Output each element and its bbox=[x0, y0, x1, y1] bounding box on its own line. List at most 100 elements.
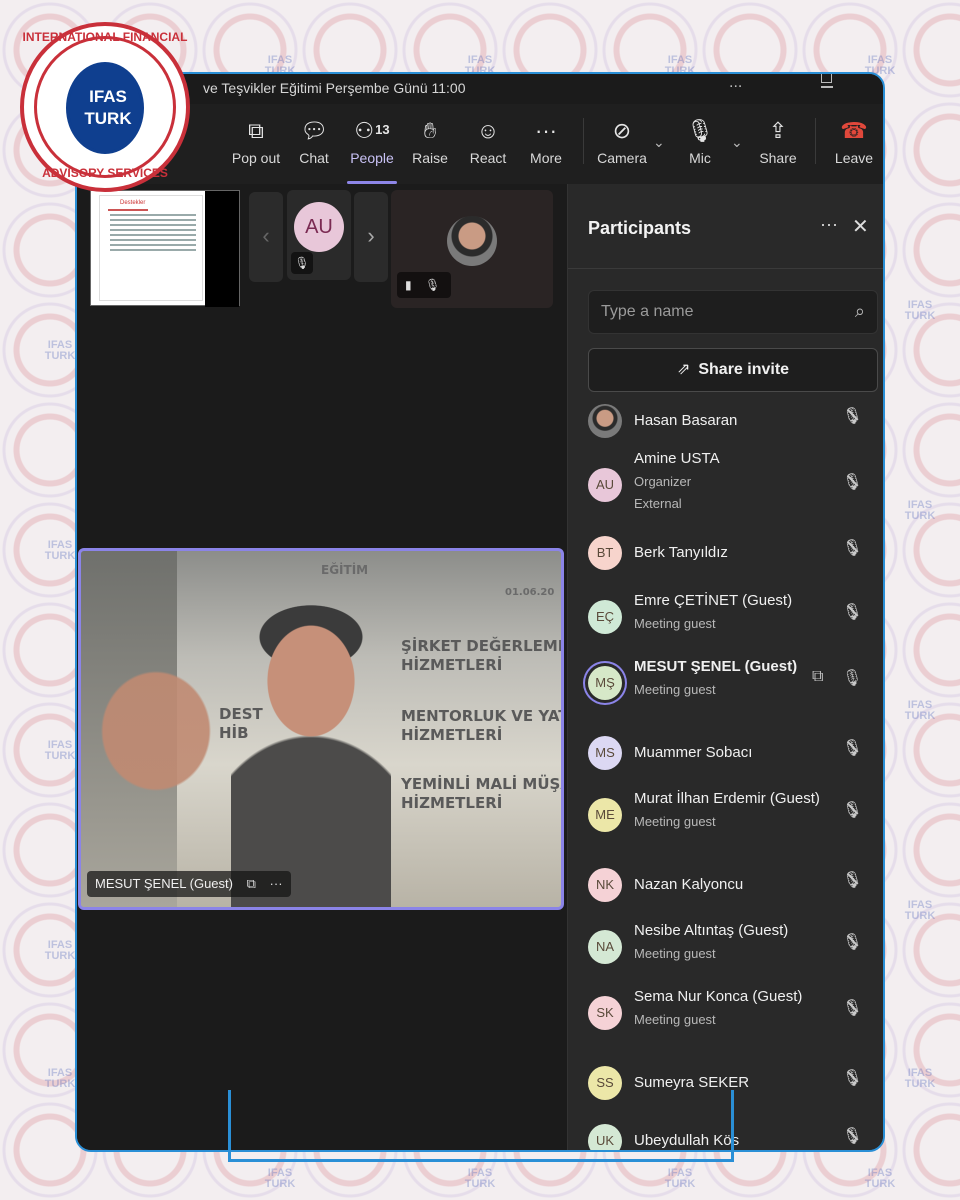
slide-text-line bbox=[110, 214, 196, 216]
more-icon[interactable]: ··· bbox=[270, 876, 283, 891]
mic-options-chevron-icon[interactable]: ⌄ bbox=[731, 134, 743, 151]
avatar: MŞ bbox=[588, 666, 622, 700]
participant-name: Sumeyra SEKER bbox=[634, 1074, 750, 1091]
mic-muted-icon: 🎙︎ bbox=[291, 252, 313, 274]
participant-role: Meeting guest bbox=[634, 814, 716, 829]
avatar: SK bbox=[588, 996, 622, 1030]
camera-options-chevron-icon[interactable]: ⌄ bbox=[653, 134, 665, 151]
watermark-line: TURK bbox=[904, 1078, 936, 1090]
participant-item[interactable]: MŞ MESUT ŞENEL (Guest) Meeting guest ⧉ 🎙︎ bbox=[568, 658, 883, 718]
participant-role: Meeting guest bbox=[634, 946, 716, 961]
react-button[interactable]: ☺ React bbox=[457, 116, 519, 166]
watermark-text: IFASTURK bbox=[40, 540, 80, 562]
raise-hand-button[interactable]: ✋︎ Raise bbox=[399, 116, 461, 166]
participant-item[interactable]: EÇ Emre ÇETİNET (Guest) Meeting guest 🎙︎ bbox=[568, 592, 883, 652]
slide-title: Destekler bbox=[120, 200, 146, 206]
watermark-line: TURK bbox=[264, 1178, 296, 1190]
mic-muted-icon: 🎙︎ bbox=[842, 1000, 863, 1017]
meeting-title: ve Teşvikler Eğitimi Perşembe Günü 11:00 bbox=[203, 80, 466, 96]
presenting-icon: ⧉ bbox=[812, 668, 824, 685]
next-participants-chevron-icon[interactable]: › bbox=[354, 192, 388, 282]
mic-off-icon: 🎙︎ bbox=[686, 118, 714, 143]
video-background-text: 01.06.20 bbox=[505, 587, 555, 598]
share-invite-label: Share invite bbox=[698, 361, 790, 378]
shared-slide-thumbnail[interactable]: Destekler bbox=[90, 190, 240, 307]
search-icon[interactable]: ⌕ bbox=[855, 301, 865, 322]
participant-item[interactable]: BT Berk Tanyıldız 🎙︎ bbox=[568, 536, 883, 596]
maximize-icon[interactable] bbox=[821, 74, 832, 83]
participant-name: Emre ÇETİNET (Guest) bbox=[634, 592, 793, 609]
people-button[interactable]: ⚇13 People bbox=[341, 116, 403, 184]
mic-muted-icon: 🎙︎ bbox=[842, 604, 863, 621]
participant-role: Meeting guest bbox=[634, 1012, 716, 1027]
participant-item[interactable]: AU Amine USTA Organizer External 🎙︎ bbox=[568, 450, 883, 511]
watermark-line: TURK bbox=[44, 550, 76, 562]
watermark-text: IFASTURK bbox=[900, 700, 940, 722]
participant-role: External bbox=[634, 496, 682, 511]
share-invite-button[interactable]: ⇗ Share invite bbox=[588, 348, 878, 392]
share-label: Share bbox=[759, 150, 797, 166]
share-button[interactable]: ⇪ Share bbox=[747, 116, 809, 166]
smiley-icon: ☺ bbox=[476, 118, 500, 143]
video-background-text: EĞİTİM bbox=[321, 563, 369, 577]
watermark-text: IFASTURK bbox=[900, 500, 940, 522]
watermark-line: TURK bbox=[44, 750, 76, 762]
ifas-turk-logo: INTERNATIONAL FINANCIAL ADVISORY SERVICE… bbox=[20, 22, 190, 192]
react-label: React bbox=[469, 150, 507, 166]
watermark-line: TURK bbox=[904, 910, 936, 922]
leave-button[interactable]: ☎ Leave bbox=[823, 116, 883, 166]
avatar bbox=[588, 404, 622, 438]
participant-item[interactable]: NK Nazan Kalyoncu 🎙︎ bbox=[568, 868, 883, 928]
mic-muted-icon: 🎙︎ bbox=[842, 802, 863, 819]
minimize-icon[interactable] bbox=[821, 86, 833, 88]
more-label: More bbox=[530, 150, 562, 166]
logo-line1: IFAS bbox=[89, 87, 127, 106]
panel-more-icon[interactable]: ··· bbox=[820, 214, 838, 235]
raise-label: Raise bbox=[412, 150, 448, 166]
people-icon: ⚇13 bbox=[354, 118, 390, 143]
watermark-line: TURK bbox=[904, 710, 936, 722]
avatar: BT bbox=[588, 536, 622, 570]
participant-name: Nesibe Altıntaş (Guest) bbox=[634, 922, 789, 939]
mic-muted-icon: 🎙︎ bbox=[842, 474, 863, 491]
watermark-line: TURK bbox=[44, 950, 76, 962]
mic-muted-icon: 🎙︎ bbox=[842, 872, 863, 889]
slide-text-line bbox=[110, 249, 196, 251]
camera-button[interactable]: ⊘ Camera bbox=[591, 116, 653, 166]
teams-meeting-window: ve Teşvikler Eğitimi Perşembe Günü 11:00… bbox=[75, 72, 885, 1152]
watermark-text: IFASTURK bbox=[900, 1068, 940, 1090]
participant-item[interactable]: SK Sema Nur Konca (Guest) Meeting guest 🎙︎ bbox=[568, 988, 883, 1048]
more-button[interactable]: ··· More bbox=[515, 116, 577, 166]
avatar: NK bbox=[588, 868, 622, 902]
watermark-line: TURK bbox=[44, 1078, 76, 1090]
watermark-line: TURK bbox=[44, 350, 76, 362]
logo-line2: TURK bbox=[84, 109, 132, 128]
avatar-photo bbox=[447, 216, 497, 266]
mic-button[interactable]: 🎙︎ Mic bbox=[669, 116, 731, 166]
self-video-tile[interactable]: ▮ 🎙︎ bbox=[391, 190, 553, 308]
avatar: AU bbox=[588, 468, 622, 502]
chat-button[interactable]: 💬︎ Chat bbox=[283, 116, 345, 166]
pop-out-button[interactable]: ⧉ Pop out bbox=[225, 116, 287, 166]
previous-participants-chevron-icon[interactable]: ‹ bbox=[249, 192, 283, 282]
avatar: MS bbox=[588, 736, 622, 770]
video-background-text: YEMİNLİ MALİ MÜŞA HİZMETLERİ bbox=[401, 775, 561, 812]
main-speaker-video[interactable]: EĞİTİM 01.06.20 ŞİRKET DEĞERLEME HİZMETL… bbox=[78, 548, 564, 910]
mic-muted-icon: 🎙︎ bbox=[424, 278, 441, 292]
participant-name: Amine USTA bbox=[634, 450, 720, 467]
logo-top-text: INTERNATIONAL FINANCIAL bbox=[22, 30, 188, 44]
title-more-icon[interactable]: ... bbox=[729, 74, 742, 92]
close-icon[interactable]: ✕ bbox=[852, 214, 869, 239]
watermark-text: IFASTURK bbox=[40, 740, 80, 762]
participant-item[interactable]: ME Murat İlhan Erdemir (Guest) Meeting gue… bbox=[568, 790, 883, 850]
signal-icon: ▮ bbox=[405, 278, 412, 292]
participant-tile-au[interactable]: AU 🎙︎ bbox=[287, 190, 351, 280]
participant-item[interactable]: NA Nesibe Altıntaş (Guest) Meeting guest 🎙︎ bbox=[568, 922, 883, 982]
participant-search: ⌕ bbox=[588, 290, 878, 334]
slide-black-bar bbox=[205, 191, 239, 307]
meeting-toolbar: ⧉ Pop out 💬︎ Chat ⚇13 People ✋︎ Raise ☺ … bbox=[77, 104, 883, 184]
watermark-line: TURK bbox=[864, 1178, 896, 1190]
search-input[interactable] bbox=[589, 291, 839, 333]
participant-item[interactable]: MS Muammer Sobacı 🎙︎ bbox=[568, 736, 883, 796]
chat-label: Chat bbox=[299, 150, 329, 166]
